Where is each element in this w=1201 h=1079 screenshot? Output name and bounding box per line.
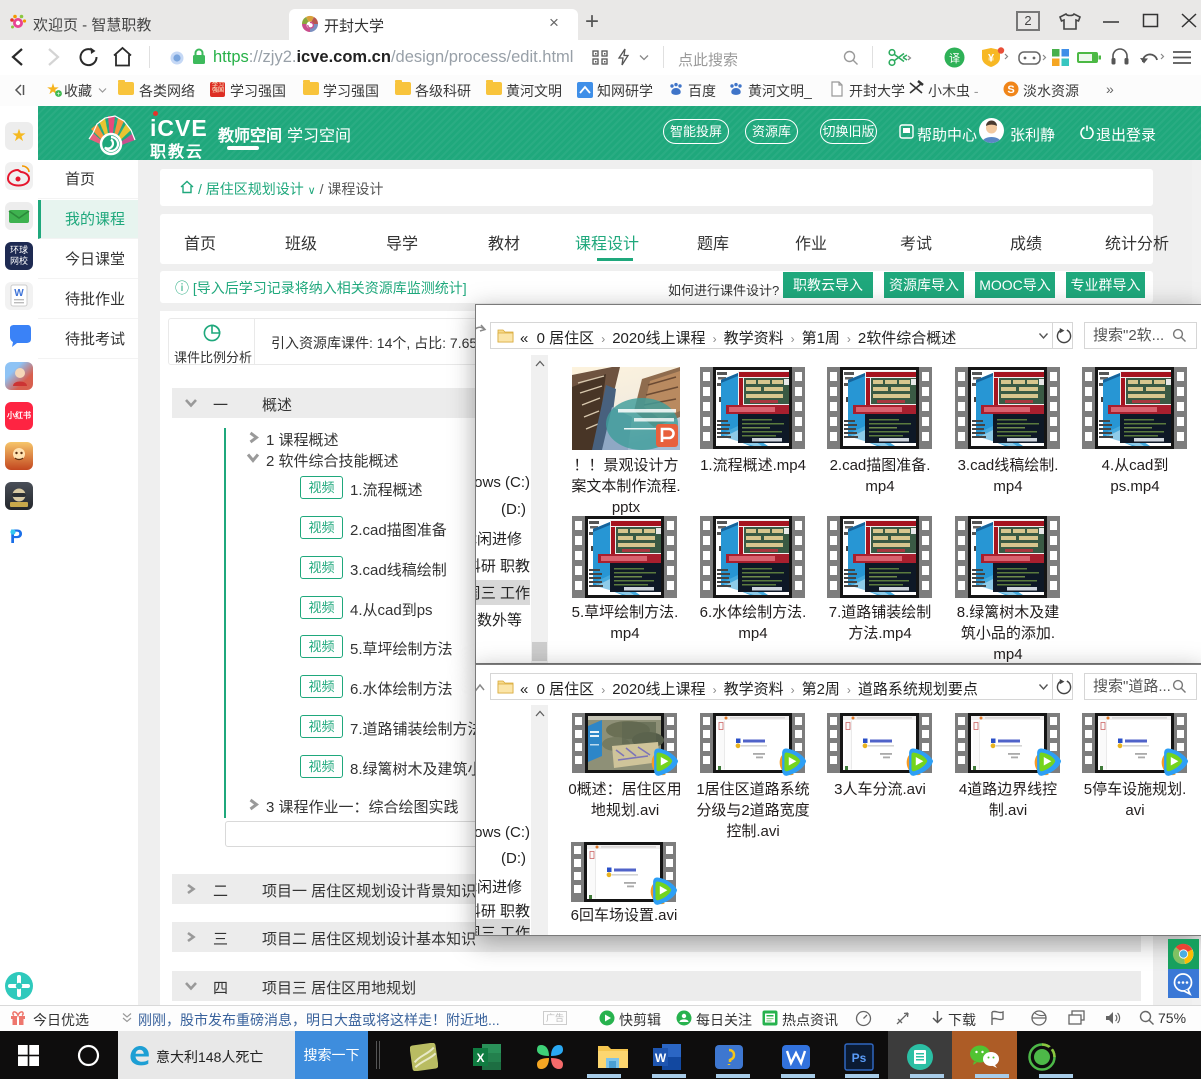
svg-text:¥: ¥: [988, 53, 995, 65]
svg-text:Ps: Ps: [852, 1051, 867, 1065]
svg-text:+: +: [56, 91, 60, 98]
svg-text:译: 译: [949, 52, 960, 65]
svg-text:S: S: [1007, 84, 1014, 96]
svg-text:W: W: [14, 288, 24, 299]
svg-text:W: W: [655, 1051, 667, 1065]
svg-text:X: X: [476, 1051, 484, 1065]
